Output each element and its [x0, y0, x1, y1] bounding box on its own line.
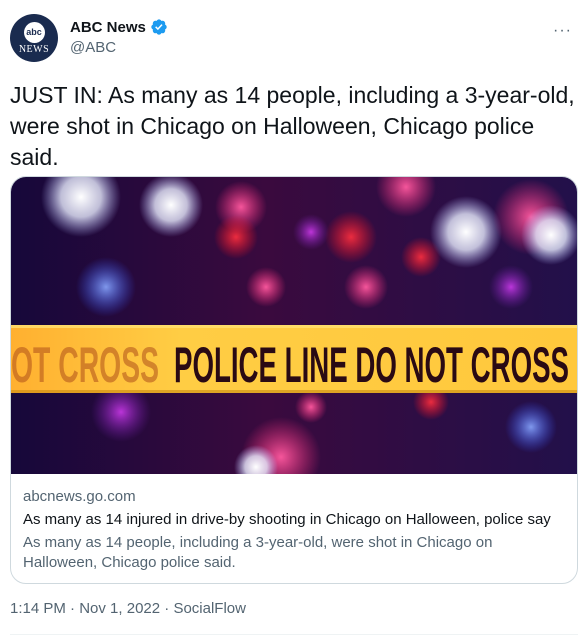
card-domain: abcnews.go.com: [23, 488, 136, 505]
tweet-timestamp: 1:14 PM · Nov 1, 2022 · SocialFlow: [10, 600, 246, 617]
avatar-news-text: NEWS: [18, 43, 50, 55]
date-link[interactable]: Nov 1, 2022: [79, 600, 160, 617]
verified-badge-icon: [151, 19, 167, 35]
time-link[interactable]: 1:14 PM: [10, 600, 66, 617]
separator: ·: [70, 600, 76, 617]
tweet-header: abc NEWS ABC News @ABC ···: [10, 12, 574, 64]
card-meta: abcnews.go.com As many as 14 injured in …: [23, 487, 565, 573]
source-link[interactable]: SocialFlow: [173, 600, 246, 617]
link-card[interactable]: OT CROSS POLICE LINE DO NOT CROSS abcnew…: [10, 176, 578, 584]
display-name-row: ABC News: [70, 18, 168, 36]
tweet-text: JUST IN: As many as 14 people, including…: [10, 82, 575, 170]
tape-main-text: POLICE LINE DO NOT CROSS: [174, 337, 569, 393]
author-names: ABC News @ABC: [70, 18, 168, 56]
tape-left-text: OT CROSS: [11, 337, 159, 393]
separator: ·: [164, 600, 170, 617]
avatar-logo: abc: [23, 21, 45, 43]
card-image: OT CROSS POLICE LINE DO NOT CROSS: [11, 177, 577, 474]
more-horizontal-icon[interactable]: ···: [553, 22, 572, 40]
card-description: As many as 14 people, including a 3-year…: [23, 534, 493, 571]
divider: [10, 634, 578, 635]
display-name[interactable]: ABC News: [70, 19, 146, 36]
avatar[interactable]: abc NEWS: [10, 14, 58, 62]
handle[interactable]: @ABC: [70, 39, 168, 56]
card-title: As many as 14 injured in drive-by shooti…: [23, 511, 551, 528]
